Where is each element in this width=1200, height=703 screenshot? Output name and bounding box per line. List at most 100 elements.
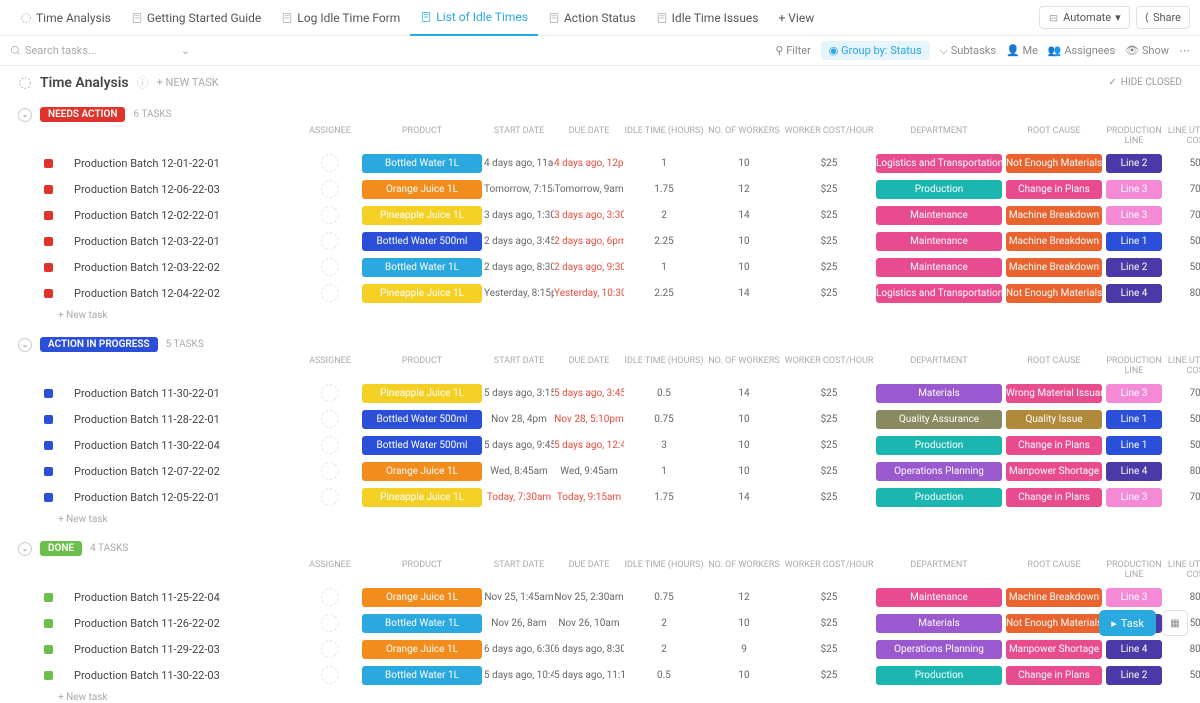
- due-date[interactable]: Wed, 9:45am: [554, 466, 624, 477]
- assignee-empty[interactable]: [321, 436, 339, 454]
- col-1[interactable]: ASSIGNEE: [300, 560, 360, 580]
- start-date[interactable]: 4 days ago, 11am: [484, 158, 554, 169]
- task-name[interactable]: Production Batch 11-25-22-04: [70, 591, 300, 604]
- col-8[interactable]: DEPARTMENT: [874, 560, 1004, 580]
- col-6[interactable]: NO. OF WORKERS: [704, 126, 784, 146]
- assignee-empty[interactable]: [321, 640, 339, 658]
- task-name[interactable]: Production Batch 12-01-22-01: [70, 157, 300, 170]
- start-date[interactable]: 3 days ago, 1:30pm: [484, 210, 554, 221]
- col-10[interactable]: PRODUCTION LINE: [1104, 126, 1164, 146]
- table-row[interactable]: Production Batch 11-26-22-02 Bottled Wat…: [0, 610, 1200, 636]
- due-date[interactable]: Nov 28, 5:10pm: [554, 414, 624, 425]
- tab-0[interactable]: Getting Started Guide: [121, 0, 271, 36]
- root-cause-pill[interactable]: Change in Plans: [1006, 488, 1102, 507]
- task-name[interactable]: Production Batch 12-03-22-02: [70, 261, 300, 274]
- collapse-icon[interactable]: ⌄: [18, 338, 32, 352]
- new-task-fab[interactable]: ▸ Task: [1099, 610, 1156, 636]
- department-pill[interactable]: Maintenance: [876, 206, 1002, 225]
- col-3[interactable]: START DATE: [484, 356, 554, 376]
- task-name[interactable]: Production Batch 12-02-22-01: [70, 209, 300, 222]
- groupby-button[interactable]: ◉ Group by: Status: [821, 41, 930, 60]
- task-name[interactable]: Production Batch 12-04-22-02: [70, 287, 300, 300]
- assignee-empty[interactable]: [321, 284, 339, 302]
- product-pill[interactable]: Orange Juice 1L: [362, 462, 482, 481]
- product-pill[interactable]: Orange Juice 1L: [362, 640, 482, 659]
- col-3[interactable]: START DATE: [484, 560, 554, 580]
- col-10[interactable]: PRODUCTION LINE: [1104, 560, 1164, 580]
- assignee-empty[interactable]: [321, 154, 339, 172]
- col-0[interactable]: [70, 560, 300, 580]
- department-pill[interactable]: Logistics and Transportation: [876, 154, 1002, 173]
- product-pill[interactable]: Pineapple Juice 1L: [362, 206, 482, 225]
- root-cause-pill[interactable]: Machine Breakdown: [1006, 588, 1102, 607]
- product-pill[interactable]: Orange Juice 1L: [362, 180, 482, 199]
- assignees-button[interactable]: 👥 Assignees: [1048, 44, 1115, 57]
- department-pill[interactable]: Maintenance: [876, 588, 1002, 607]
- root-cause-pill[interactable]: Wrong Material Issuance: [1006, 384, 1102, 403]
- table-row[interactable]: Production Batch 11-30-22-03 Bottled Wat…: [0, 662, 1200, 688]
- table-row[interactable]: Production Batch 12-06-22-03 Orange Juic…: [0, 176, 1200, 202]
- start-date[interactable]: 6 days ago, 6:30pm: [484, 644, 554, 655]
- line-pill[interactable]: Line 2: [1106, 666, 1162, 685]
- assignee-empty[interactable]: [321, 614, 339, 632]
- new-task-inline[interactable]: + New task: [0, 510, 1200, 525]
- status-pill[interactable]: ACTION IN PROGRESS: [40, 337, 158, 352]
- assignee-empty[interactable]: [321, 666, 339, 684]
- due-date[interactable]: 2 days ago, 9:30am: [554, 262, 624, 273]
- department-pill[interactable]: Logistics and Transportation: [876, 284, 1002, 303]
- col-0[interactable]: [70, 356, 300, 376]
- line-pill[interactable]: Line 4: [1106, 462, 1162, 481]
- col-8[interactable]: DEPARTMENT: [874, 126, 1004, 146]
- task-name[interactable]: Production Batch 11-28-22-01: [70, 413, 300, 426]
- due-date[interactable]: Nov 25, 2:30am: [554, 592, 624, 603]
- assignee-empty[interactable]: [321, 206, 339, 224]
- me-button[interactable]: 👤 Me: [1006, 44, 1038, 57]
- col-7[interactable]: WORKER COST/HOUR: [784, 356, 874, 376]
- root-cause-pill[interactable]: Change in Plans: [1006, 180, 1102, 199]
- share-button[interactable]: ⟨ Share: [1136, 6, 1190, 29]
- line-pill[interactable]: Line 2: [1106, 258, 1162, 277]
- collapse-icon[interactable]: ⌄: [18, 108, 32, 122]
- task-name[interactable]: Production Batch 11-30-22-01: [70, 387, 300, 400]
- table-row[interactable]: Production Batch 11-28-22-01 Bottled Wat…: [0, 406, 1200, 432]
- col-6[interactable]: NO. OF WORKERS: [704, 356, 784, 376]
- task-name[interactable]: Production Batch 11-30-22-03: [70, 669, 300, 682]
- col-2[interactable]: PRODUCT: [360, 126, 484, 146]
- department-pill[interactable]: Production: [876, 436, 1002, 455]
- start-date[interactable]: Yesterday, 8:15pm: [484, 288, 554, 299]
- task-name[interactable]: Production Batch 12-05-22-01: [70, 491, 300, 504]
- root-cause-pill[interactable]: Machine Breakdown: [1006, 206, 1102, 225]
- col-7[interactable]: WORKER COST/HOUR: [784, 126, 874, 146]
- table-row[interactable]: Production Batch 12-03-22-02 Bottled Wat…: [0, 254, 1200, 280]
- assignee-empty[interactable]: [321, 588, 339, 606]
- product-pill[interactable]: Pineapple Juice 1L: [362, 284, 482, 303]
- table-row[interactable]: Production Batch 12-05-22-01 Pineapple J…: [0, 484, 1200, 510]
- search-input[interactable]: Search tasks... ⌄: [10, 44, 190, 57]
- col-2[interactable]: PRODUCT: [360, 560, 484, 580]
- col-11[interactable]: LINE UTILITIES COST: [1164, 126, 1200, 146]
- tab-2[interactable]: List of Idle Times: [410, 0, 538, 36]
- product-pill[interactable]: Bottled Water 1L: [362, 614, 482, 633]
- line-pill[interactable]: Line 2: [1106, 154, 1162, 173]
- col-2[interactable]: PRODUCT: [360, 356, 484, 376]
- hide-closed-toggle[interactable]: ✓ HIDE CLOSED: [1108, 77, 1182, 88]
- col-4[interactable]: DUE DATE: [554, 126, 624, 146]
- start-date[interactable]: 2 days ago, 3:45pm: [484, 236, 554, 247]
- col-8[interactable]: DEPARTMENT: [874, 356, 1004, 376]
- table-row[interactable]: Production Batch 12-07-22-02 Orange Juic…: [0, 458, 1200, 484]
- department-pill[interactable]: Operations Planning: [876, 462, 1002, 481]
- department-pill[interactable]: Production: [876, 180, 1002, 199]
- col-6[interactable]: NO. OF WORKERS: [704, 560, 784, 580]
- line-pill[interactable]: Line 4: [1106, 284, 1162, 303]
- tab-home[interactable]: Time Analysis: [10, 0, 121, 36]
- status-pill[interactable]: DONE: [40, 541, 82, 556]
- product-pill[interactable]: Orange Juice 1L: [362, 588, 482, 607]
- due-date[interactable]: 5 days ago, 12:45pm: [554, 440, 624, 451]
- due-date[interactable]: 6 days ago, 8:30pm: [554, 644, 624, 655]
- automate-button[interactable]: Automate ▾: [1039, 6, 1130, 29]
- task-name[interactable]: Production Batch 11-30-22-04: [70, 439, 300, 452]
- table-row[interactable]: Production Batch 12-02-22-01 Pineapple J…: [0, 202, 1200, 228]
- product-pill[interactable]: Bottled Water 500ml: [362, 232, 482, 251]
- line-pill[interactable]: Line 4: [1106, 640, 1162, 659]
- root-cause-pill[interactable]: Machine Breakdown: [1006, 258, 1102, 277]
